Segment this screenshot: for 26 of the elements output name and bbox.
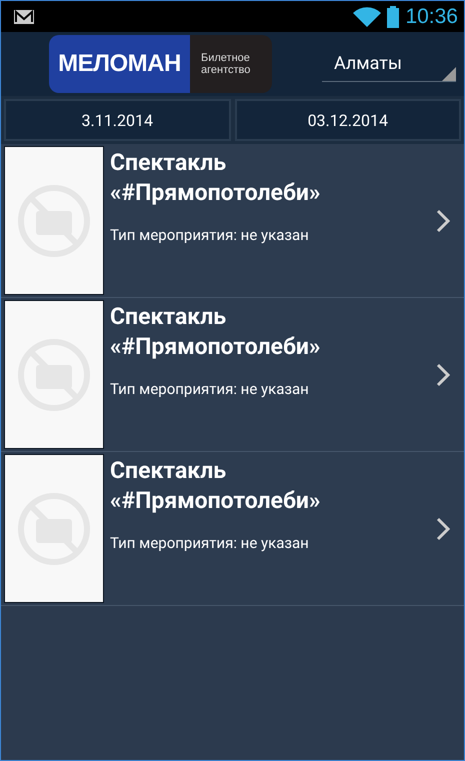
logo-tagline: агентство xyxy=(201,64,252,76)
chevron-right-icon xyxy=(436,362,450,386)
end-date-button[interactable]: 03.12.2014 xyxy=(234,99,461,141)
start-date-button[interactable]: 3.11.2014 xyxy=(4,99,230,141)
logo-tagline: Билетное xyxy=(201,52,251,64)
no-photo-icon xyxy=(4,454,104,603)
event-type: Тип мероприятия: не указан xyxy=(110,534,310,552)
event-title: Спектакль «#Прямопотолеби» xyxy=(110,302,322,362)
event-type: Тип мероприятия: не указан xyxy=(110,380,310,398)
logo-brand: МЕЛОМАН xyxy=(58,50,181,78)
event-row[interactable]: Спектакль «#Прямопотолеби» Тип мероприятия: не указан xyxy=(1,452,464,606)
event-row[interactable]: Спектакль «#Прямопотолеби» Тип мероприятия: не указан xyxy=(1,144,464,298)
wifi-icon xyxy=(353,6,382,26)
no-photo-icon xyxy=(4,146,104,295)
event-title: Спектакль «#Прямопотолеби» xyxy=(110,148,322,208)
event-title: Спектакль «#Прямопотолеби» xyxy=(110,456,322,516)
chevron-right-icon xyxy=(436,208,450,232)
city-dropdown[interactable]: Алматы xyxy=(322,46,456,82)
dropdown-corner-icon xyxy=(442,67,456,81)
event-row[interactable]: Спектакль «#Прямопотолеби» Тип мероприятия: не указан xyxy=(1,298,464,452)
no-photo-icon xyxy=(4,300,104,449)
battery-icon xyxy=(387,6,400,28)
mail-icon xyxy=(13,8,35,24)
clock-time: 10:36 xyxy=(405,4,458,28)
chevron-right-icon xyxy=(436,516,450,540)
event-type: Тип мероприятия: не указан xyxy=(110,226,310,244)
